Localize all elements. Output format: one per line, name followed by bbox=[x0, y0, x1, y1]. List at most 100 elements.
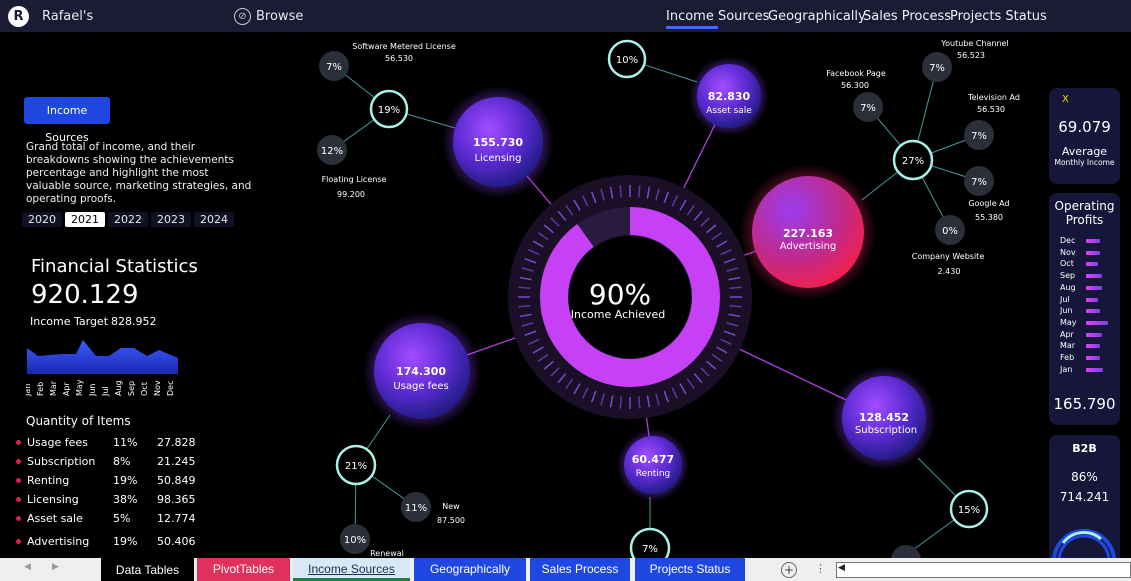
sparkline-month-label: Feb bbox=[36, 382, 45, 396]
bubble-usage-fees[interactable]: 174.300 Usage fees bbox=[363, 312, 481, 430]
month-bar-row: Jun bbox=[1060, 306, 1116, 316]
bubble-advertising[interactable]: 227.163 Advertising bbox=[740, 164, 876, 300]
year-2022[interactable]: 2022 bbox=[108, 212, 148, 227]
leaf-name: Company Website bbox=[912, 252, 985, 261]
month-bar bbox=[1086, 309, 1100, 314]
sheet-tab-data-tables[interactable]: Data Tables bbox=[101, 558, 194, 581]
item-name: Asset sale bbox=[27, 512, 83, 525]
sparkline-month-label: Sep bbox=[127, 381, 136, 396]
next-sheet-icon[interactable]: ▶ bbox=[52, 562, 59, 572]
operating-profits-value: 165.790 bbox=[1053, 395, 1116, 413]
month-label: Oct bbox=[1060, 259, 1074, 269]
item-name: Licensing bbox=[27, 493, 79, 506]
nav-projects-status[interactable]: Projects Status bbox=[950, 9, 1047, 24]
item-pct: 19% bbox=[113, 474, 138, 487]
month-bar bbox=[1086, 344, 1100, 349]
hub-pct: 27% bbox=[902, 156, 924, 167]
leaf-pct: 11% bbox=[405, 503, 427, 514]
x-icon: X bbox=[1062, 94, 1069, 105]
month-bar bbox=[1086, 274, 1102, 279]
month-bar-row: Jan bbox=[1060, 365, 1116, 375]
item-value: 50.406 bbox=[157, 535, 196, 548]
add-sheet-icon[interactable]: + bbox=[781, 562, 797, 578]
hub-pct: 19% bbox=[378, 105, 400, 116]
sheet-tab-pivottables[interactable]: PivotTables bbox=[197, 558, 290, 581]
bubble-label: Advertising bbox=[780, 241, 837, 252]
list-item: Subscription 8% 21.245 bbox=[16, 455, 206, 469]
hub-pct: 21% bbox=[345, 461, 367, 472]
bullet-icon bbox=[16, 539, 21, 544]
sparkline-month-label: Jun bbox=[88, 384, 97, 398]
brand-name: Rafael's bbox=[42, 9, 94, 24]
scroll-left-icon[interactable]: ◀ bbox=[838, 563, 845, 573]
bubble-asset-sale[interactable]: 82.830 Asset sale bbox=[689, 56, 769, 136]
nav-geographically[interactable]: Geographically bbox=[768, 9, 866, 24]
item-value: 21.245 bbox=[157, 455, 196, 468]
operating-profits-title: Operating Profits bbox=[1054, 199, 1115, 227]
bubble-value: 174.300 bbox=[396, 365, 446, 378]
achieved-label: Income Achieved bbox=[571, 308, 665, 321]
operating-profits-card: Operating Profits Dec Nov Oct Sep Aug Jul Jun M… bbox=[1049, 193, 1120, 425]
month-bar-row: Mar bbox=[1060, 341, 1116, 351]
monthly-sparkline: Jan Feb Mar Apr May Jun Jul Aug Sep Oct Nov Dec bbox=[26, 340, 178, 398]
leaf-value: 56.300 bbox=[841, 81, 869, 90]
sheet-tab-projects-status[interactable]: Projects Status bbox=[635, 558, 745, 581]
month-bar-row: Apr bbox=[1060, 330, 1116, 340]
bullet-icon bbox=[16, 497, 21, 502]
logo-icon[interactable]: R bbox=[8, 6, 29, 27]
dial-tick bbox=[729, 304, 742, 308]
year-2024[interactable]: 2024 bbox=[194, 212, 234, 227]
sparkline-month-label: Apr bbox=[62, 381, 71, 396]
month-label: Feb bbox=[1060, 353, 1075, 362]
month-bar bbox=[1086, 239, 1100, 243]
bubble-value: 155.730 bbox=[473, 136, 523, 149]
month-label: Apr bbox=[1060, 329, 1074, 339]
bubble-subscription[interactable]: 128.452 Subscription bbox=[832, 366, 936, 470]
sheet-tab-income-sources[interactable]: Income Sources bbox=[293, 558, 410, 581]
more-options-icon[interactable]: ⋮ bbox=[815, 562, 826, 575]
nav-active-indicator bbox=[666, 26, 718, 29]
bullet-icon bbox=[16, 516, 21, 521]
bubble-licensing[interactable]: 155.730 Licensing bbox=[442, 86, 554, 198]
dial-tick bbox=[619, 185, 623, 198]
nav-income-sources[interactable]: Income Sources bbox=[666, 9, 769, 24]
year-2021[interactable]: 2021 bbox=[65, 212, 105, 227]
leaf-name: Google Ad bbox=[968, 199, 1009, 208]
leaf-pct: 7% bbox=[326, 62, 342, 73]
page-description: Grand total of income, and their breakdo… bbox=[26, 141, 252, 205]
browse-link[interactable]: Browse bbox=[256, 9, 303, 24]
average-income-value: 69.079 bbox=[1058, 118, 1111, 136]
bubble-label: Subscription bbox=[855, 425, 917, 436]
item-name: Advertising bbox=[27, 535, 90, 548]
item-pct: 19% bbox=[113, 535, 138, 548]
nav-sales-process[interactable]: Sales Process bbox=[863, 9, 951, 24]
sheet-tab-sales-process[interactable]: Sales Process bbox=[530, 558, 630, 581]
compass-icon[interactable]: ⊘ bbox=[234, 8, 251, 25]
leaf-pct: 0% bbox=[942, 226, 958, 237]
sparkline-month-label: Mar bbox=[49, 380, 58, 396]
financial-statistics-title: Financial Statistics bbox=[31, 256, 198, 277]
average-label: Average bbox=[1061, 145, 1108, 158]
leaf-name: Youtube Channel bbox=[940, 39, 1008, 48]
month-bar-row: Dec bbox=[1060, 236, 1116, 246]
year-2023[interactable]: 2023 bbox=[151, 212, 191, 227]
item-value: 50.849 bbox=[157, 474, 196, 487]
sparkline-month-label: Jul bbox=[101, 386, 110, 397]
sheet-tab-geographically[interactable]: Geographically bbox=[414, 558, 526, 581]
month-bar-row: May bbox=[1060, 318, 1116, 328]
month-bar-row: Sep bbox=[1060, 271, 1116, 281]
month-label: Jan bbox=[1060, 364, 1073, 374]
list-item: Asset sale 5% 12.774 bbox=[16, 512, 206, 526]
prev-sheet-icon[interactable]: ◀ bbox=[24, 562, 31, 572]
leaf-value: 56.530 bbox=[977, 105, 1005, 114]
month-bar-row: Jul bbox=[1060, 295, 1116, 305]
bubble-label: Asset sale bbox=[706, 106, 752, 116]
income-sources-button[interactable]: Income Sources bbox=[24, 97, 110, 144]
monthly-income-label: Monthly Income bbox=[1054, 158, 1115, 167]
b2b-value: 714.241 bbox=[1059, 490, 1110, 504]
horizontal-scrollbar[interactable] bbox=[836, 562, 1131, 578]
item-name: Subscription bbox=[27, 455, 96, 468]
bullet-icon bbox=[16, 478, 21, 483]
bubble-renting[interactable]: 60.477 Renting bbox=[617, 429, 689, 501]
year-2020[interactable]: 2020 bbox=[22, 212, 62, 227]
